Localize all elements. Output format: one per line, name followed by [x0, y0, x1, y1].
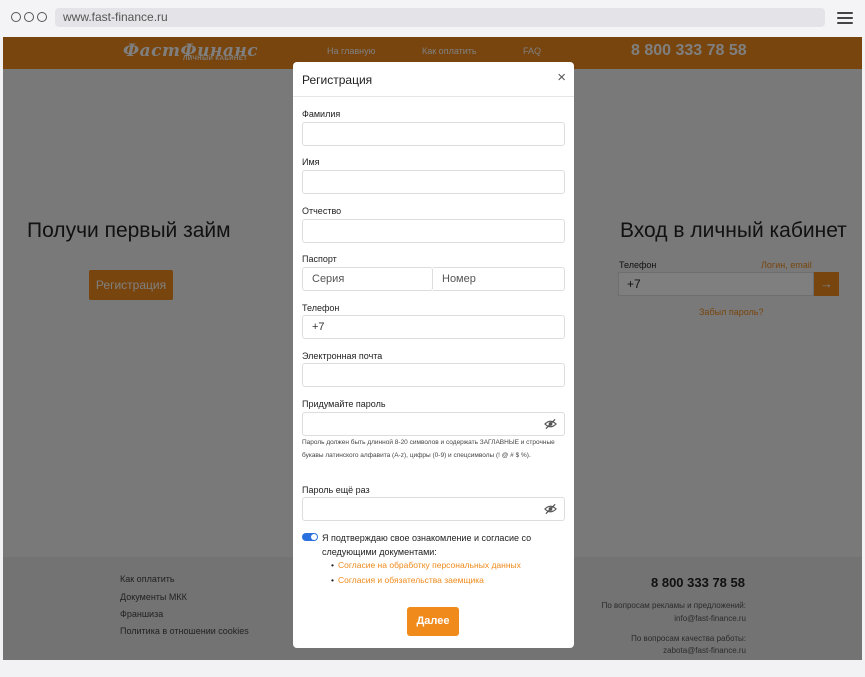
- password-hint: Пароль должен быть длинной 8-20 символов…: [302, 439, 555, 459]
- registration-modal: Регистрация × Фамилия Имя Отчество Паспо…: [293, 62, 574, 648]
- window-dot-icon[interactable]: [24, 12, 34, 22]
- consent-toggle[interactable]: [302, 533, 318, 541]
- password-label: Придумайте пароль: [302, 399, 386, 409]
- modal-header: Регистрация ×: [293, 62, 574, 97]
- phone-label: Телефон: [302, 303, 340, 313]
- surname-input[interactable]: [302, 122, 565, 146]
- password-repeat-label: Пароль ещё раз: [302, 485, 370, 495]
- name-input[interactable]: [302, 170, 565, 194]
- name-label: Имя: [302, 157, 320, 167]
- password-repeat-input[interactable]: [302, 497, 565, 521]
- next-button[interactable]: Далее: [407, 607, 459, 636]
- patronymic-label: Отчество: [302, 206, 342, 216]
- eye-off-icon[interactable]: [544, 503, 557, 515]
- address-bar[interactable]: www.fast-finance.ru: [55, 8, 825, 27]
- browser-toolbar: www.fast-finance.ru: [0, 0, 865, 37]
- patronymic-input[interactable]: [302, 219, 565, 243]
- window-dot-icon[interactable]: [37, 12, 47, 22]
- passport-number-input[interactable]: Номер: [433, 267, 565, 291]
- hamburger-menu-icon[interactable]: [837, 12, 853, 24]
- surname-label: Фамилия: [302, 109, 341, 119]
- email-input[interactable]: [302, 363, 565, 387]
- passport-label: Паспорт: [302, 254, 337, 264]
- modal-title: Регистрация: [302, 73, 373, 87]
- close-icon[interactable]: ×: [557, 70, 566, 85]
- window-controls: [11, 12, 47, 22]
- document-link[interactable]: Согласия и обязательства заемщика: [331, 575, 484, 585]
- email-label: Электронная почта: [302, 351, 383, 361]
- passport-series-input[interactable]: Серия: [302, 267, 433, 291]
- consent-text: Я подтверждаю свое ознакомление и соглас…: [322, 533, 532, 557]
- eye-off-icon[interactable]: [544, 418, 557, 430]
- document-link[interactable]: Согласие на обработку персональных данны…: [331, 560, 521, 570]
- password-input[interactable]: [302, 412, 565, 436]
- phone-input[interactable]: +7: [302, 315, 565, 339]
- window-dot-icon[interactable]: [11, 12, 21, 22]
